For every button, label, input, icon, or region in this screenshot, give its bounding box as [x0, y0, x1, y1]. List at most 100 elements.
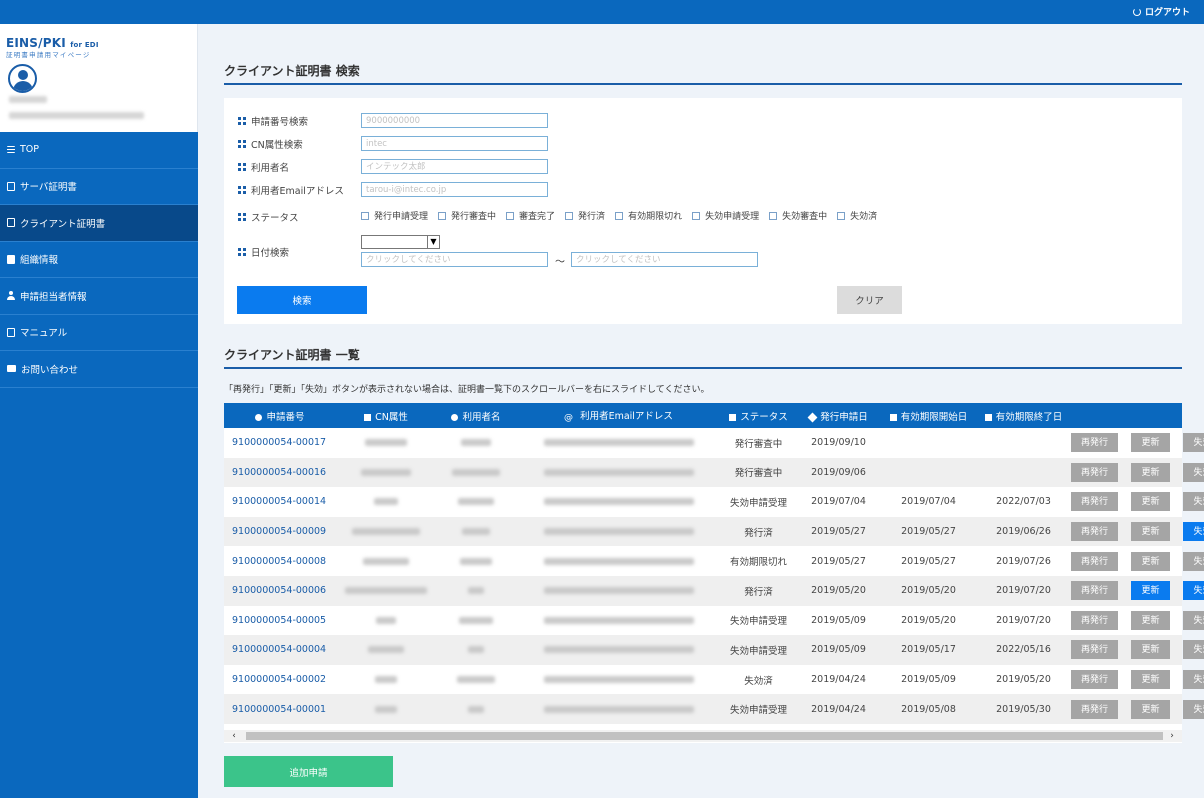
- reissue-button[interactable]: 再発行: [1071, 462, 1118, 482]
- request-no-link[interactable]: 9100000054-00006: [224, 575, 336, 606]
- renew-button[interactable]: 更新: [1131, 610, 1171, 630]
- renew-button[interactable]: 更新: [1131, 492, 1171, 512]
- col-request-no[interactable]: 申請番号: [224, 403, 336, 428]
- logout-link[interactable]: ログアウト: [1132, 5, 1190, 18]
- revoke-button[interactable]: 失効: [1183, 640, 1204, 660]
- revoke-button[interactable]: 失効: [1183, 462, 1204, 482]
- status-checkbox-3[interactable]: 発行済: [565, 209, 605, 222]
- search-button[interactable]: 検索: [237, 286, 367, 314]
- sidebar-item-4[interactable]: 申請担当者情報: [0, 278, 198, 315]
- checkbox[interactable]: [565, 211, 574, 220]
- sidebar-item-0[interactable]: TOP: [0, 132, 198, 169]
- revoke-button[interactable]: 失効: [1183, 581, 1204, 601]
- col-valid-start[interactable]: 有効期限開始日: [881, 403, 976, 428]
- cn-input[interactable]: [361, 136, 548, 151]
- renew-button[interactable]: 更新: [1131, 522, 1171, 542]
- scrollbar-thumb[interactable]: [246, 732, 1163, 740]
- col-applied-date[interactable]: 発行申請日: [796, 403, 881, 428]
- horizontal-scrollbar[interactable]: ‹ ›: [224, 730, 1182, 742]
- scroll-left-icon[interactable]: ‹: [228, 730, 240, 742]
- checkbox[interactable]: [769, 211, 778, 220]
- add-request-button[interactable]: 追加申請: [224, 756, 393, 787]
- checkbox[interactable]: [837, 211, 846, 220]
- col-email[interactable]: @ 利用者Emailアドレス: [516, 403, 721, 428]
- renew-button[interactable]: 更新: [1131, 581, 1171, 601]
- renew-button[interactable]: 更新: [1131, 670, 1171, 690]
- col-valid-end[interactable]: 有効期限終了日: [976, 403, 1071, 428]
- checkbox[interactable]: [615, 211, 624, 220]
- actions-cell: 再発行 更新 失効: [1071, 575, 1204, 606]
- scroll-right-icon[interactable]: ›: [1166, 730, 1178, 742]
- request-no-link[interactable]: 9100000054-00001: [224, 694, 336, 724]
- status-checkbox-4[interactable]: 有効期限切れ: [615, 209, 682, 222]
- col-user[interactable]: 利用者名: [436, 403, 516, 428]
- request-no-link[interactable]: 9100000054-00009: [224, 516, 336, 547]
- request-no-input[interactable]: [361, 113, 548, 128]
- revoke-button[interactable]: 失効: [1183, 610, 1204, 630]
- renew-button[interactable]: 更新: [1131, 551, 1171, 571]
- request-no-link[interactable]: 9100000054-00008: [224, 546, 336, 576]
- revoke-button[interactable]: 失効: [1183, 522, 1204, 542]
- status-checkbox-5[interactable]: 失効申請受理: [692, 209, 759, 222]
- checkbox[interactable]: [361, 211, 369, 220]
- sidebar-item-2[interactable]: クライアント証明書: [0, 205, 198, 242]
- email-input[interactable]: [361, 182, 548, 197]
- renew-button[interactable]: 更新: [1131, 640, 1171, 660]
- status-checkbox-6[interactable]: 失効審査中: [769, 209, 827, 222]
- request-no-link[interactable]: 9100000054-00002: [224, 665, 336, 695]
- reissue-button[interactable]: 再発行: [1071, 551, 1118, 571]
- status-checkbox-1[interactable]: 発行審査中: [438, 209, 496, 222]
- sidebar-item-6[interactable]: お問い合わせ: [0, 351, 198, 388]
- status-checkbox-7[interactable]: 失効済: [837, 209, 877, 222]
- status-cell: 有効期限切れ: [729, 557, 787, 569]
- request-no-link[interactable]: 9100000054-00016: [224, 457, 336, 488]
- revoke-button[interactable]: 失効: [1183, 670, 1204, 690]
- reissue-button[interactable]: 再発行: [1071, 433, 1118, 453]
- at-icon: @: [564, 413, 574, 423]
- reissue-button[interactable]: 再発行: [1071, 610, 1118, 630]
- status-label: ステータス: [238, 210, 299, 224]
- date-to-input[interactable]: [571, 252, 758, 267]
- col-cn[interactable]: CN属性: [336, 403, 436, 428]
- sidebar-item-3[interactable]: 組織情報: [0, 242, 198, 278]
- valid-start-cell: 2019/05/27: [901, 555, 956, 567]
- checkbox[interactable]: [438, 211, 447, 220]
- sidebar-item-1[interactable]: サーバ証明書: [0, 169, 198, 205]
- grid-icon: [238, 140, 246, 148]
- user-cell: [436, 694, 516, 724]
- checkbox[interactable]: [506, 211, 515, 220]
- request-no-link[interactable]: 9100000054-00005: [224, 606, 336, 636]
- email-cell: [516, 575, 721, 606]
- date-from-input[interactable]: [361, 252, 548, 267]
- user-name-input[interactable]: [361, 159, 548, 174]
- status-cell: 失効申請受理: [729, 616, 787, 628]
- reissue-button[interactable]: 再発行: [1071, 492, 1118, 512]
- checkbox[interactable]: [692, 211, 701, 220]
- revoke-button[interactable]: 失効: [1183, 492, 1204, 512]
- col-status[interactable]: ステータス: [721, 403, 796, 428]
- clear-button[interactable]: クリア: [837, 286, 902, 314]
- renew-button[interactable]: 更新: [1131, 462, 1171, 482]
- renew-button[interactable]: 更新: [1131, 699, 1171, 719]
- reissue-button[interactable]: 再発行: [1071, 670, 1118, 690]
- reissue-button[interactable]: 再発行: [1071, 699, 1118, 719]
- reissue-button[interactable]: 再発行: [1071, 640, 1118, 660]
- document-icon: [7, 181, 15, 191]
- request-no-link[interactable]: 9100000054-00004: [224, 635, 336, 665]
- sidebar-item-label: TOP: [20, 144, 40, 156]
- logo-suffix: for EDI: [70, 41, 99, 49]
- revoke-button[interactable]: 失効: [1183, 433, 1204, 453]
- request-no-link[interactable]: 9100000054-00017: [224, 428, 336, 458]
- date-type-select[interactable]: ▼: [361, 235, 440, 249]
- status-checkbox-0[interactable]: 発行申請受理: [361, 209, 428, 222]
- reissue-button[interactable]: 再発行: [1071, 581, 1118, 601]
- sidebar-item-label: 組織情報: [20, 255, 59, 267]
- renew-button[interactable]: 更新: [1131, 433, 1171, 453]
- sidebar-item-5[interactable]: マニュアル: [0, 315, 198, 351]
- revoke-button[interactable]: 失効: [1183, 551, 1204, 571]
- valid-start-cell: [881, 457, 976, 488]
- reissue-button[interactable]: 再発行: [1071, 522, 1118, 542]
- request-no-link[interactable]: 9100000054-00014: [224, 487, 336, 517]
- status-checkbox-2[interactable]: 審査完了: [506, 209, 555, 222]
- revoke-button[interactable]: 失効: [1183, 699, 1204, 719]
